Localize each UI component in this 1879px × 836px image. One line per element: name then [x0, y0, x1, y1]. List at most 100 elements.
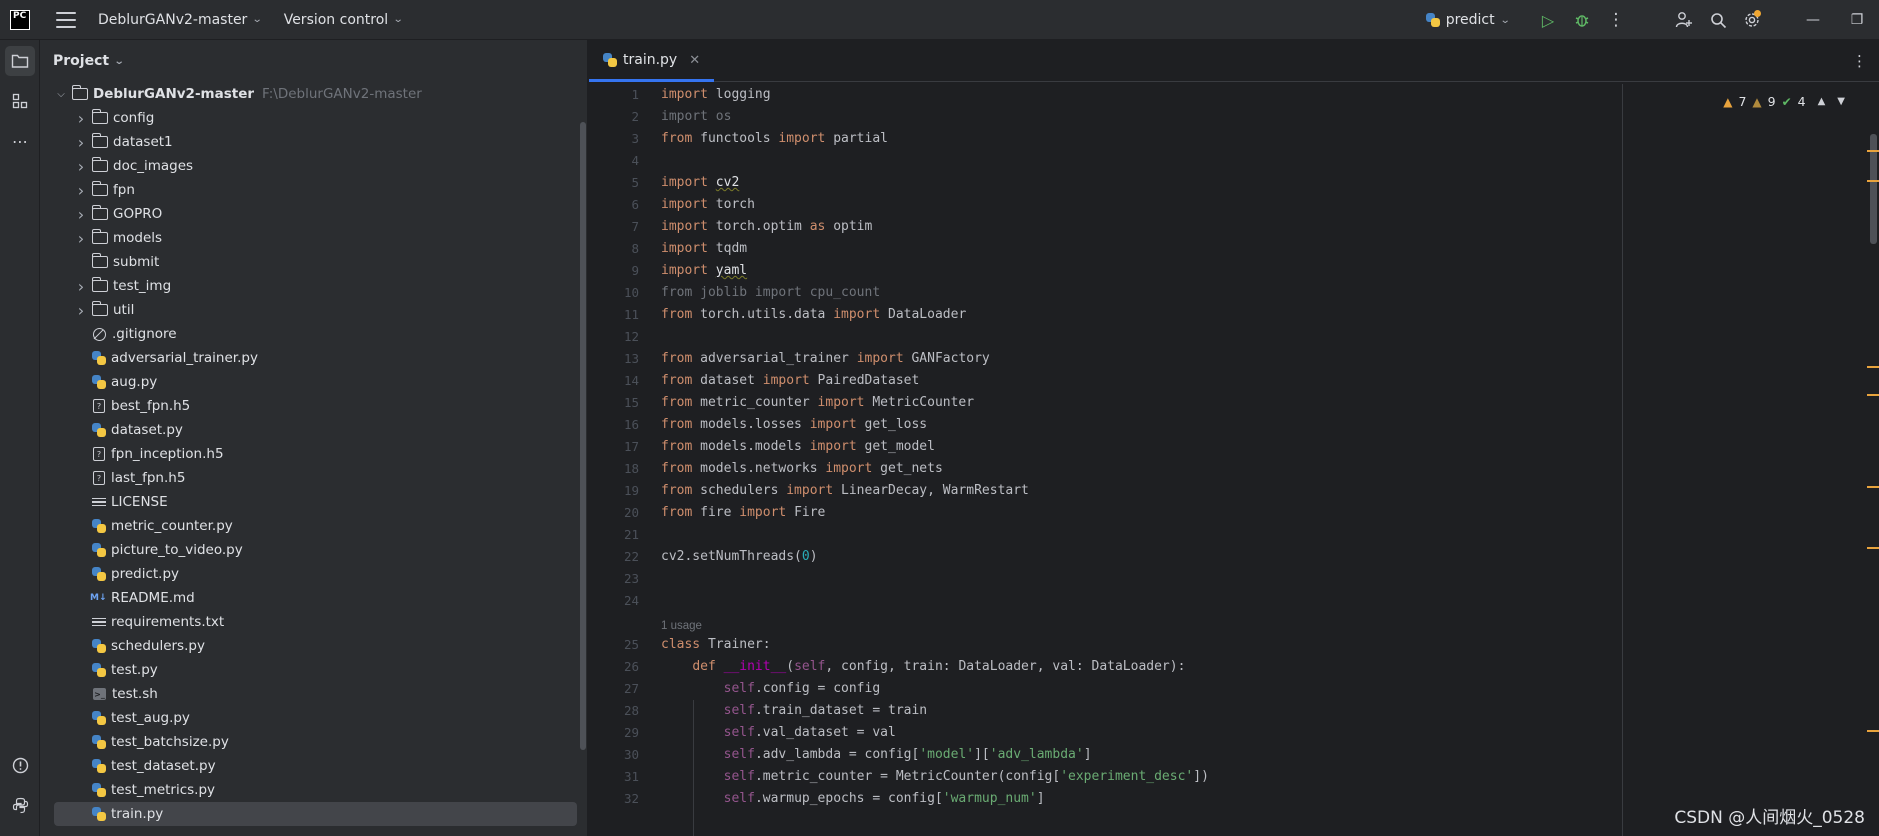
minimize-button[interactable]: —: [1791, 0, 1835, 40]
run-config-selector[interactable]: predict ⌄: [1425, 12, 1510, 28]
add-user-icon[interactable]: [1667, 3, 1701, 37]
tree-item[interactable]: › util: [40, 298, 587, 322]
tree-item[interactable]: ? last_fpn.h5: [40, 466, 587, 490]
usage-hint[interactable]: 1 usage: [661, 612, 702, 634]
code-line[interactable]: from models.models import get_model: [661, 436, 935, 458]
code-line[interactable]: from models.networks import get_nets: [661, 458, 943, 480]
code-line[interactable]: import tqdm: [661, 238, 747, 260]
code-area[interactable]: 1 import logging 2 import os 3 from functools…: [589, 84, 1879, 836]
tree-item[interactable]: >_ test.sh: [40, 682, 587, 706]
tree-item[interactable]: ? fpn_inception.h5: [40, 442, 587, 466]
code-line[interactable]: import torch.optim as optim: [661, 216, 872, 238]
tree-item[interactable]: test_aug.py: [40, 706, 587, 730]
code-line[interactable]: def __init__(self, config, train: DataLo…: [661, 656, 1185, 678]
main-menu-icon[interactable]: [56, 11, 76, 28]
code-line[interactable]: cv2.setNumThreads(0): [661, 546, 818, 568]
settings-gear-icon[interactable]: [1735, 3, 1769, 37]
code-line[interactable]: self.config = config: [661, 678, 881, 700]
tree-item[interactable]: requirements.txt: [40, 610, 587, 634]
structure-tool-icon[interactable]: [5, 86, 35, 116]
chevron-right-icon[interactable]: ›: [74, 277, 88, 296]
code-line[interactable]: self.val_dataset = val: [661, 722, 896, 744]
tree-item[interactable]: M↓ README.md: [40, 586, 587, 610]
tree-item[interactable]: train.py: [54, 802, 577, 826]
code-line[interactable]: import yaml: [661, 260, 747, 282]
tree-item[interactable]: test.py: [40, 658, 587, 682]
tree-item[interactable]: submit: [40, 250, 587, 274]
code-line[interactable]: import os: [661, 106, 731, 128]
code-line[interactable]: from functools import partial: [661, 128, 888, 150]
code-line[interactable]: self.adv_lambda = config['model']['adv_l…: [661, 744, 1092, 766]
tree-item[interactable]: adversarial_trainer.py: [40, 346, 587, 370]
tree-item[interactable]: LICENSE: [40, 490, 587, 514]
code-line[interactable]: from fire import Fire: [661, 502, 825, 524]
tree-root[interactable]: ⌵ DeblurGANv2-master F:\DeblurGANv2-mast…: [40, 82, 587, 106]
warning-stripe[interactable]: [1867, 366, 1879, 368]
tree-item[interactable]: metric_counter.py: [40, 514, 587, 538]
tree-item[interactable]: schedulers.py: [40, 634, 587, 658]
code-line[interactable]: self.train_dataset = train: [661, 700, 928, 722]
chevron-right-icon[interactable]: ›: [74, 205, 88, 224]
tree-item[interactable]: ? best_fpn.h5: [40, 394, 587, 418]
tree-item[interactable]: aug.py: [40, 370, 587, 394]
chevron-right-icon[interactable]: ›: [74, 301, 88, 320]
chevron-down-icon[interactable]: ⌵: [54, 89, 68, 100]
code-line[interactable]: from schedulers import LinearDecay, Warm…: [661, 480, 1029, 502]
chevron-right-icon[interactable]: ›: [74, 229, 88, 248]
code-line[interactable]: from metric_counter import MetricCounter: [661, 392, 974, 414]
tree-item[interactable]: › fpn: [40, 178, 587, 202]
chevron-right-icon[interactable]: ›: [74, 181, 88, 200]
tab-train-py[interactable]: train.py ✕: [589, 39, 715, 82]
more-actions-icon[interactable]: ⋮: [1599, 3, 1633, 37]
run-icon[interactable]: ▷: [1531, 3, 1565, 37]
code-line[interactable]: from joblib import cpu_count: [661, 282, 880, 304]
inspections-widget[interactable]: ▲ 7 ▲ 9 ✔ 4 ▲ ▼: [1723, 94, 1845, 109]
tree-item[interactable]: test_batchsize.py: [40, 730, 587, 754]
warning-stripe[interactable]: [1867, 394, 1879, 396]
tree-item[interactable]: › test_img: [40, 274, 587, 298]
code-line[interactable]: from dataset import PairedDataset: [661, 370, 919, 392]
tree-item[interactable]: › models: [40, 226, 587, 250]
code-line[interactable]: class Trainer:: [661, 634, 771, 656]
search-icon[interactable]: [1701, 3, 1735, 37]
code-line[interactable]: from models.losses import get_loss: [661, 414, 927, 436]
code-line[interactable]: import logging: [661, 84, 771, 106]
more-tools-icon[interactable]: ⋯: [5, 126, 35, 156]
project-scrollbar[interactable]: [580, 122, 586, 750]
warning-stripe[interactable]: [1867, 486, 1879, 488]
warning-stripe[interactable]: [1867, 150, 1879, 152]
debug-icon[interactable]: [1565, 3, 1599, 37]
code-line[interactable]: self.metric_counter = MetricCounter(conf…: [661, 766, 1209, 788]
tree-item[interactable]: .gitignore: [40, 322, 587, 346]
project-switcher[interactable]: DeblurGANv2-master ⌄: [98, 12, 263, 28]
chevron-right-icon[interactable]: ›: [74, 133, 88, 152]
chevron-up-icon[interactable]: ▲: [1818, 96, 1826, 107]
tree-item[interactable]: predict.py: [40, 562, 587, 586]
tree-item[interactable]: dataset.py: [40, 418, 587, 442]
project-panel-header[interactable]: Project ⌄: [40, 40, 587, 82]
close-icon[interactable]: ✕: [689, 53, 700, 68]
tree-item[interactable]: test_dataset.py: [40, 754, 587, 778]
code-line[interactable]: import cv2: [661, 172, 739, 194]
code-line[interactable]: from adversarial_trainer import GANFacto…: [661, 348, 990, 370]
warning-stripe[interactable]: [1867, 547, 1879, 549]
tree-item[interactable]: › GOPRO: [40, 202, 587, 226]
code-line[interactable]: import torch: [661, 194, 755, 216]
problems-icon[interactable]: [5, 750, 35, 780]
tree-item[interactable]: › doc_images: [40, 154, 587, 178]
chevron-down-icon[interactable]: ▼: [1837, 96, 1845, 107]
chevron-right-icon[interactable]: ›: [74, 109, 88, 128]
chevron-right-icon[interactable]: ›: [74, 157, 88, 176]
warning-stripe[interactable]: [1867, 180, 1879, 182]
tree-item[interactable]: › dataset1: [40, 130, 587, 154]
code-line[interactable]: from torch.utils.data import DataLoader: [661, 304, 966, 326]
tree-item[interactable]: test_metrics.py: [40, 778, 587, 802]
project-tool-icon[interactable]: [5, 46, 35, 76]
code-line[interactable]: self.warmup_epochs = config['warmup_num'…: [661, 788, 1045, 810]
warning-stripe[interactable]: [1867, 730, 1879, 732]
tabs-more-icon[interactable]: ⋮: [1852, 52, 1867, 70]
restore-button[interactable]: ❐: [1835, 0, 1879, 40]
tree-item[interactable]: picture_to_video.py: [40, 538, 587, 562]
vcs-menu[interactable]: Version control ⌄: [284, 12, 404, 28]
tree-item[interactable]: › config: [40, 106, 587, 130]
